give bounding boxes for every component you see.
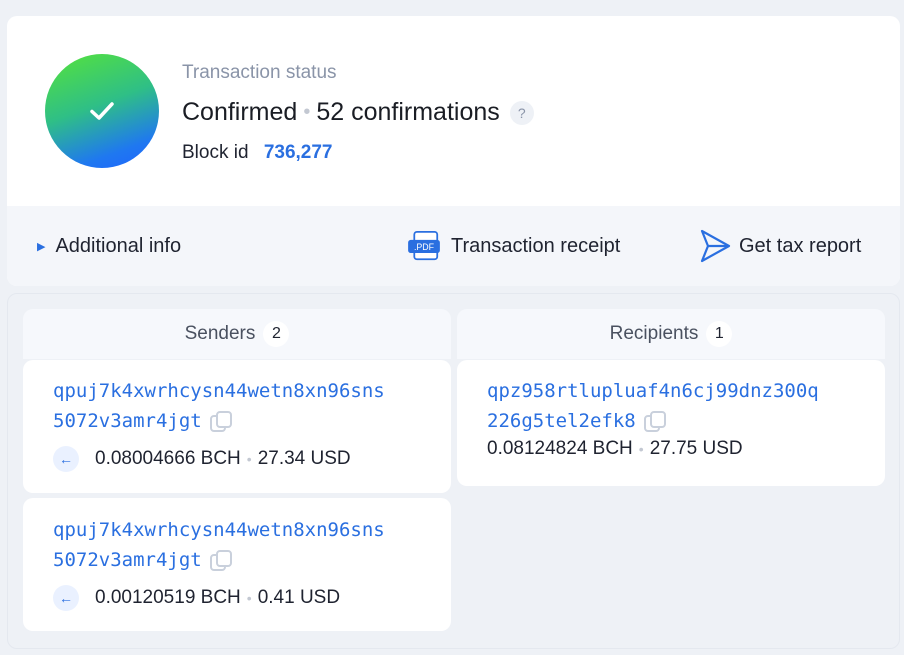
address-line[interactable]: 5072v3amr4jgt: [53, 410, 202, 432]
arrow-left-icon: ←: [53, 446, 79, 472]
recipient-amount: 0.08124824 BCH • 27.75 USD: [487, 438, 743, 460]
separator-dot: •: [246, 590, 252, 606]
separator-dot: •: [638, 441, 644, 457]
usd-amount: 0.41 USD: [257, 587, 341, 608]
recipients-title: Recipients: [609, 323, 699, 344]
separator-dot: •: [246, 451, 252, 467]
sender-entry: qpuj7k4xwrhcysn44wetn8xn96sns 5072v3amr4…: [23, 360, 451, 493]
bch-amount: 0.00120519 BCH: [95, 587, 241, 608]
additional-info-label: Additional info: [55, 234, 182, 257]
senders-count-badge: 2: [263, 321, 290, 347]
status-label: Transaction status: [182, 62, 337, 83]
transaction-receipt-label: Transaction receipt: [451, 234, 621, 257]
svg-text:.PDF: .PDF: [414, 242, 435, 252]
copy-icon[interactable]: [642, 409, 668, 435]
senders-header: Senders 2: [23, 309, 451, 359]
recipient-address[interactable]: qpz958rtlupluaf4n6cj99dnz300q 226g5tel2e…: [487, 376, 819, 436]
confirmations-count: 52 confirmations: [316, 98, 500, 126]
inputs-outputs-panel: Senders 2 qpuj7k4xwrhcysn44wetn8xn96sns …: [7, 293, 900, 649]
actions-bar: ▶ Additional info .PDF Transaction recei…: [7, 206, 900, 286]
separator-dot: •: [303, 101, 311, 123]
status-section: Transaction status Confirmed • 52 confir…: [7, 16, 900, 206]
get-tax-report-label: Get tax report: [739, 234, 862, 257]
transaction-status-card: Transaction status Confirmed • 52 confir…: [7, 16, 900, 286]
checkmark-icon: [90, 102, 114, 120]
send-icon: [700, 229, 731, 263]
address-line[interactable]: qpuj7k4xwrhcysn44wetn8xn96sns: [53, 376, 385, 406]
usd-amount: 27.34 USD: [257, 448, 351, 469]
transaction-receipt-button[interactable]: .PDF Transaction receipt: [405, 206, 620, 286]
recipients-header: Recipients 1: [457, 309, 885, 359]
block-id-line: Block id 736,277: [182, 142, 333, 164]
status-state: Confirmed: [182, 98, 298, 126]
help-icon[interactable]: ?: [509, 100, 534, 125]
additional-info-toggle[interactable]: ▶ Additional info: [37, 206, 181, 286]
copy-icon[interactable]: [208, 409, 234, 435]
copy-icon[interactable]: [208, 548, 234, 574]
sender-entry: qpuj7k4xwrhcysn44wetn8xn96sns 5072v3amr4…: [23, 498, 451, 631]
address-line[interactable]: qpuj7k4xwrhcysn44wetn8xn96sns: [53, 515, 385, 545]
block-id-label: Block id: [182, 142, 249, 163]
usd-amount: 27.75 USD: [649, 438, 743, 459]
arrow-left-icon: ←: [53, 585, 79, 611]
senders-title: Senders: [184, 323, 256, 344]
status-line: Confirmed • 52 confirmations ?: [182, 98, 534, 127]
address-line[interactable]: qpz958rtlupluaf4n6cj99dnz300q: [487, 376, 819, 406]
sender-address[interactable]: qpuj7k4xwrhcysn44wetn8xn96sns 5072v3amr4…: [53, 515, 385, 575]
triangle-right-icon: ▶: [37, 240, 46, 253]
get-tax-report-button[interactable]: Get tax report: [699, 206, 861, 286]
address-line[interactable]: 5072v3amr4jgt: [53, 549, 202, 571]
recipient-entry: qpz958rtlupluaf4n6cj99dnz300q 226g5tel2e…: [457, 360, 885, 486]
pdf-icon: .PDF: [408, 231, 440, 261]
address-line[interactable]: 226g5tel2efk8: [487, 410, 636, 432]
sender-address[interactable]: qpuj7k4xwrhcysn44wetn8xn96sns 5072v3amr4…: [53, 376, 385, 436]
sender-amount: ← 0.00120519 BCH • 0.41 USD: [53, 585, 340, 611]
bch-amount: 0.08124824 BCH: [487, 438, 633, 459]
sender-amount: ← 0.08004666 BCH • 27.34 USD: [53, 446, 351, 472]
confirmed-status-indicator: [45, 54, 159, 168]
recipients-count-badge: 1: [706, 321, 733, 347]
block-id-link[interactable]: 736,277: [264, 142, 333, 163]
bch-amount: 0.08004666 BCH: [95, 448, 241, 469]
